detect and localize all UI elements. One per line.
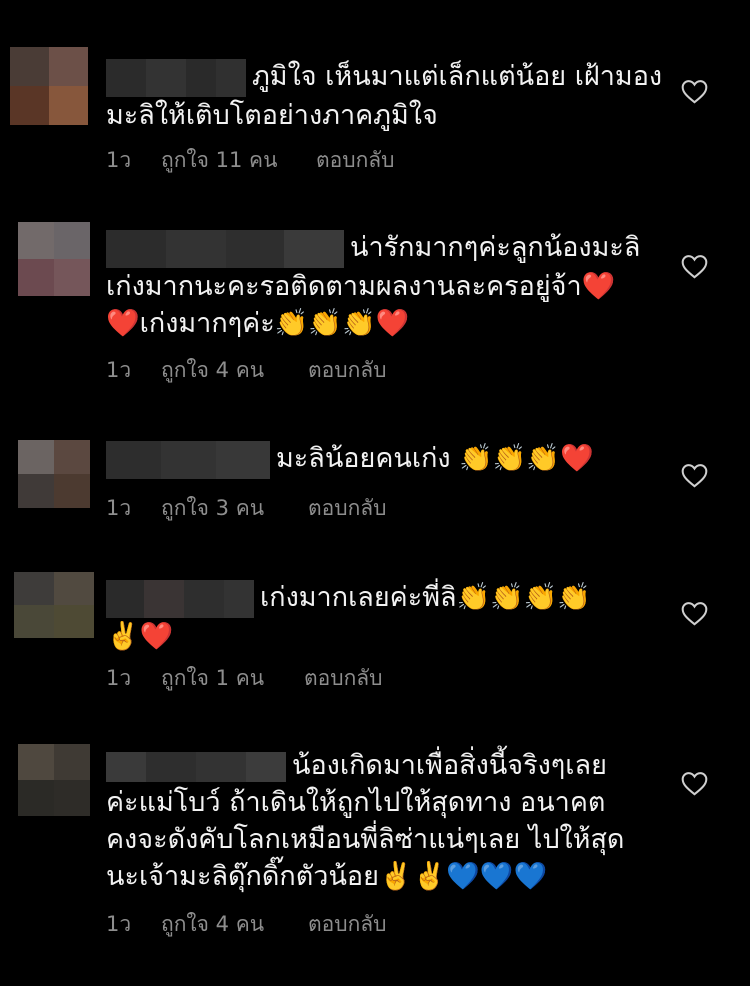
like-heart-icon[interactable] xyxy=(681,79,708,104)
comment-meta: 1ว ถูกใจ 3 คน ตอบกลับ xyxy=(106,492,387,525)
username[interactable] xyxy=(106,579,254,618)
likes-count[interactable]: ถูกใจ 4 คน xyxy=(161,908,308,941)
comment-time: 1ว xyxy=(106,358,132,382)
comment-body: ภูมิใจ เห็นมาแต่เล็กแต่น้อย เฝ้ามองมะลิใ… xyxy=(106,58,666,134)
username[interactable] xyxy=(106,751,286,782)
likes-count[interactable]: ถูกใจ 3 คน xyxy=(161,492,308,525)
avatar[interactable] xyxy=(14,572,94,638)
username[interactable] xyxy=(106,229,344,268)
comment-meta: 1ว ถูกใจ 4 คน ตอบกลับ xyxy=(106,354,387,387)
avatar[interactable] xyxy=(10,47,88,125)
comment-body: น่ารักมากๆค่ะลูกน้องมะลิ เก่งมากนะคะรอติ… xyxy=(106,229,646,342)
comment-body: น้องเกิดมาเพื่อสิ่งนี้จริงๆเลย ค่ะแม่โบว… xyxy=(106,747,636,895)
avatar[interactable] xyxy=(18,440,90,508)
comment-body: มะลิน้อยคนเก่ง 👏👏👏❤️ xyxy=(106,440,666,479)
comment-text: มะลิน้อยคนเก่ง 👏👏👏❤️ xyxy=(276,443,594,474)
comment-meta: 1ว ถูกใจ 11 คน ตอบกลับ xyxy=(106,144,395,177)
like-heart-icon[interactable] xyxy=(681,601,708,626)
like-heart-icon[interactable] xyxy=(681,771,708,796)
likes-count[interactable]: ถูกใจ 4 คน xyxy=(161,354,308,387)
reply-button[interactable]: ตอบกลับ xyxy=(308,492,387,525)
like-heart-icon[interactable] xyxy=(681,254,708,279)
comment-meta: 1ว ถูกใจ 1 คน ตอบกลับ xyxy=(106,662,383,695)
comment-time: 1ว xyxy=(106,496,132,520)
comment-meta: 1ว ถูกใจ 4 คน ตอบกลับ xyxy=(106,908,387,941)
username[interactable] xyxy=(106,440,270,479)
comment-time: 1ว xyxy=(106,912,132,936)
avatar[interactable] xyxy=(18,222,90,296)
likes-count[interactable]: ถูกใจ 11 คน xyxy=(161,144,316,177)
reply-button[interactable]: ตอบกลับ xyxy=(308,354,387,387)
comment-time: 1ว xyxy=(106,148,132,172)
comment-body: เก่งมากเลยค่ะพี่ลิ👏👏👏👏 ✌️❤️ xyxy=(106,579,626,655)
reply-button[interactable]: ตอบกลับ xyxy=(316,144,395,177)
avatar[interactable] xyxy=(18,744,90,816)
reply-button[interactable]: ตอบกลับ xyxy=(308,908,387,941)
username[interactable] xyxy=(106,58,246,97)
comment-time: 1ว xyxy=(106,666,132,690)
like-heart-icon[interactable] xyxy=(681,463,708,488)
likes-count[interactable]: ถูกใจ 1 คน xyxy=(161,662,304,695)
reply-button[interactable]: ตอบกลับ xyxy=(304,662,383,695)
